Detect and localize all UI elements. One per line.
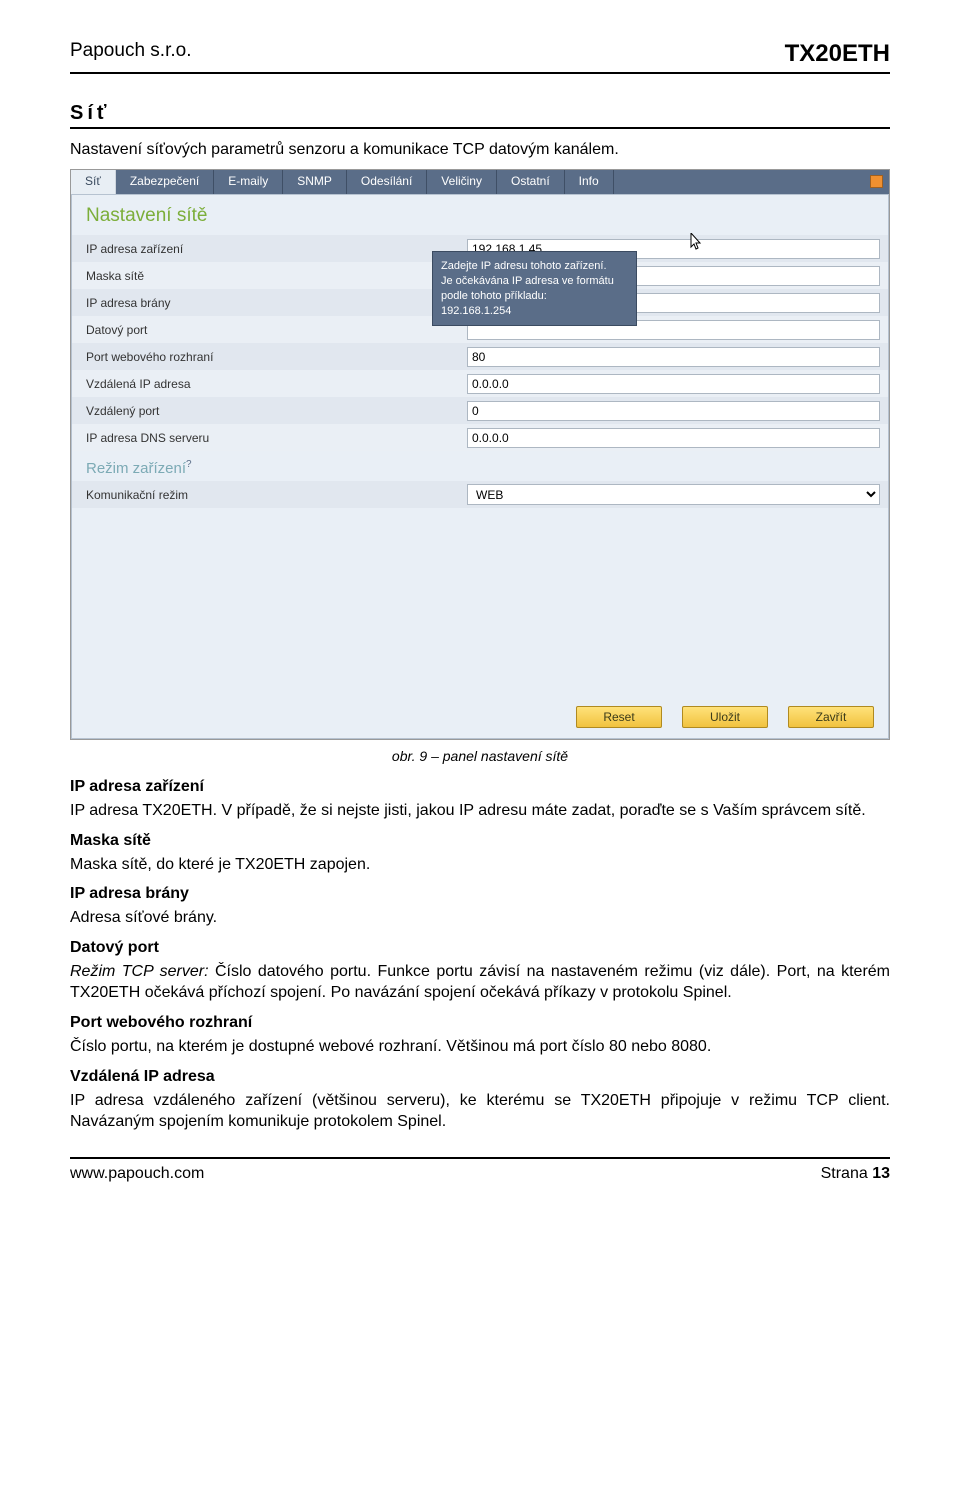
- close-button[interactable]: Zavřít: [788, 706, 874, 728]
- tooltip-line: podle tohoto příkladu:: [441, 289, 628, 304]
- h-ip-zarizeni: IP adresa zařízení: [70, 778, 890, 796]
- h-maska: Maska sítě: [70, 832, 890, 850]
- label-ip-zarizeni: IP adresa zařízení: [72, 242, 467, 256]
- tab-emaily[interactable]: E-maily: [214, 170, 283, 194]
- tab-ostatni[interactable]: Ostatní: [497, 170, 565, 194]
- status-indicator-icon: [870, 175, 883, 188]
- settings-panel-screenshot: Síť Zabezpečení E-maily SNMP Odesílání V…: [70, 169, 890, 740]
- intro-paragraph: Nastavení síťových parametrů senzoru a k…: [70, 141, 890, 159]
- p-ip-zarizeni: IP adresa TX20ETH. V případě, že si nejs…: [70, 800, 890, 822]
- footer-page-label: Strana: [821, 1165, 868, 1182]
- tab-snmp[interactable]: SNMP: [283, 170, 347, 194]
- panel-body: Nastavení sítě IP adresa zařízení Maska …: [71, 194, 889, 739]
- tab-bar: Síť Zabezpečení E-maily SNMP Odesílání V…: [71, 170, 889, 194]
- subtitle-rezim: Režim zařízení?: [72, 451, 888, 481]
- footer-site: www.papouch.com: [70, 1165, 204, 1183]
- tooltip-line: Zadejte IP adresu tohoto zařízení.: [441, 259, 628, 274]
- label-dns: IP adresa DNS serveru: [72, 431, 467, 445]
- p-vzdalena-ip: IP adresa vzdáleného zařízení (většinou …: [70, 1090, 890, 1133]
- reset-button[interactable]: Reset: [576, 706, 662, 728]
- header-product: TX20ETH: [785, 40, 890, 68]
- h-port-web: Port webového rozhraní: [70, 1014, 890, 1032]
- tab-odesilani[interactable]: Odesílání: [347, 170, 427, 194]
- tooltip-line: 192.168.1.254: [441, 304, 628, 319]
- tab-info[interactable]: Info: [565, 170, 614, 194]
- panel-title: Nastavení sítě: [72, 195, 888, 235]
- input-dns[interactable]: [467, 428, 880, 448]
- form-rows: IP adresa zařízení Maska sítě IP adresa …: [72, 235, 888, 451]
- cursor-icon: [690, 233, 704, 251]
- select-komunikacni-rezim[interactable]: WEB: [467, 484, 880, 505]
- tab-zabezpeceni[interactable]: Zabezpečení: [116, 170, 214, 194]
- p-datovy-port: Režim TCP server: Číslo datového portu. …: [70, 961, 890, 1004]
- tab-sit[interactable]: Síť: [71, 170, 116, 194]
- save-button[interactable]: Uložit: [682, 706, 768, 728]
- doc-header: Papouch s.r.o. TX20ETH: [70, 40, 890, 74]
- figure-caption: obr. 9 – panel nastavení sítě: [70, 748, 890, 764]
- tooltip-line: Je očekávána IP adresa ve formátu: [441, 274, 628, 289]
- header-company: Papouch s.r.o.: [70, 40, 191, 68]
- footer-page: Strana 13: [821, 1165, 890, 1183]
- label-vzdalena-ip: Vzdálená IP adresa: [72, 377, 467, 391]
- input-vzdalena-ip[interactable]: [467, 374, 880, 394]
- p-dport-prefix: Režim TCP server:: [70, 963, 209, 980]
- p-port-web: Číslo portu, na kterém je dostupné webov…: [70, 1036, 890, 1058]
- input-port-web[interactable]: [467, 347, 880, 367]
- h-datovy-port: Datový port: [70, 939, 890, 957]
- subtitle-sup: ?: [186, 459, 192, 470]
- button-bar: Reset Uložit Zavřít: [72, 508, 888, 738]
- p-brana: Adresa síťové brány.: [70, 907, 890, 929]
- input-vzdaleny-port[interactable]: [467, 401, 880, 421]
- section-heading-sit: Síť: [70, 102, 890, 129]
- footer-page-num: 13: [872, 1165, 890, 1182]
- p-maska: Maska sítě, do které je TX20ETH zapojen.: [70, 854, 890, 876]
- label-datovy-port: Datový port: [72, 323, 467, 337]
- label-port-web: Port webového rozhraní: [72, 350, 467, 364]
- h-brana: IP adresa brány: [70, 885, 890, 903]
- label-vzdaleny-port: Vzdálený port: [72, 404, 467, 418]
- tooltip-ip-help: Zadejte IP adresu tohoto zařízení. Je oč…: [432, 251, 637, 326]
- doc-footer: www.papouch.com Strana 13: [70, 1157, 890, 1183]
- label-ip-brany: IP adresa brány: [72, 296, 467, 310]
- tab-veliciny[interactable]: Veličiny: [427, 170, 497, 194]
- h-vzdalena-ip: Vzdálená IP adresa: [70, 1068, 890, 1086]
- label-maska: Maska sítě: [72, 269, 467, 283]
- subtitle-text: Režim zařízení: [86, 460, 186, 477]
- label-komunikacni-rezim: Komunikační režim: [72, 488, 467, 502]
